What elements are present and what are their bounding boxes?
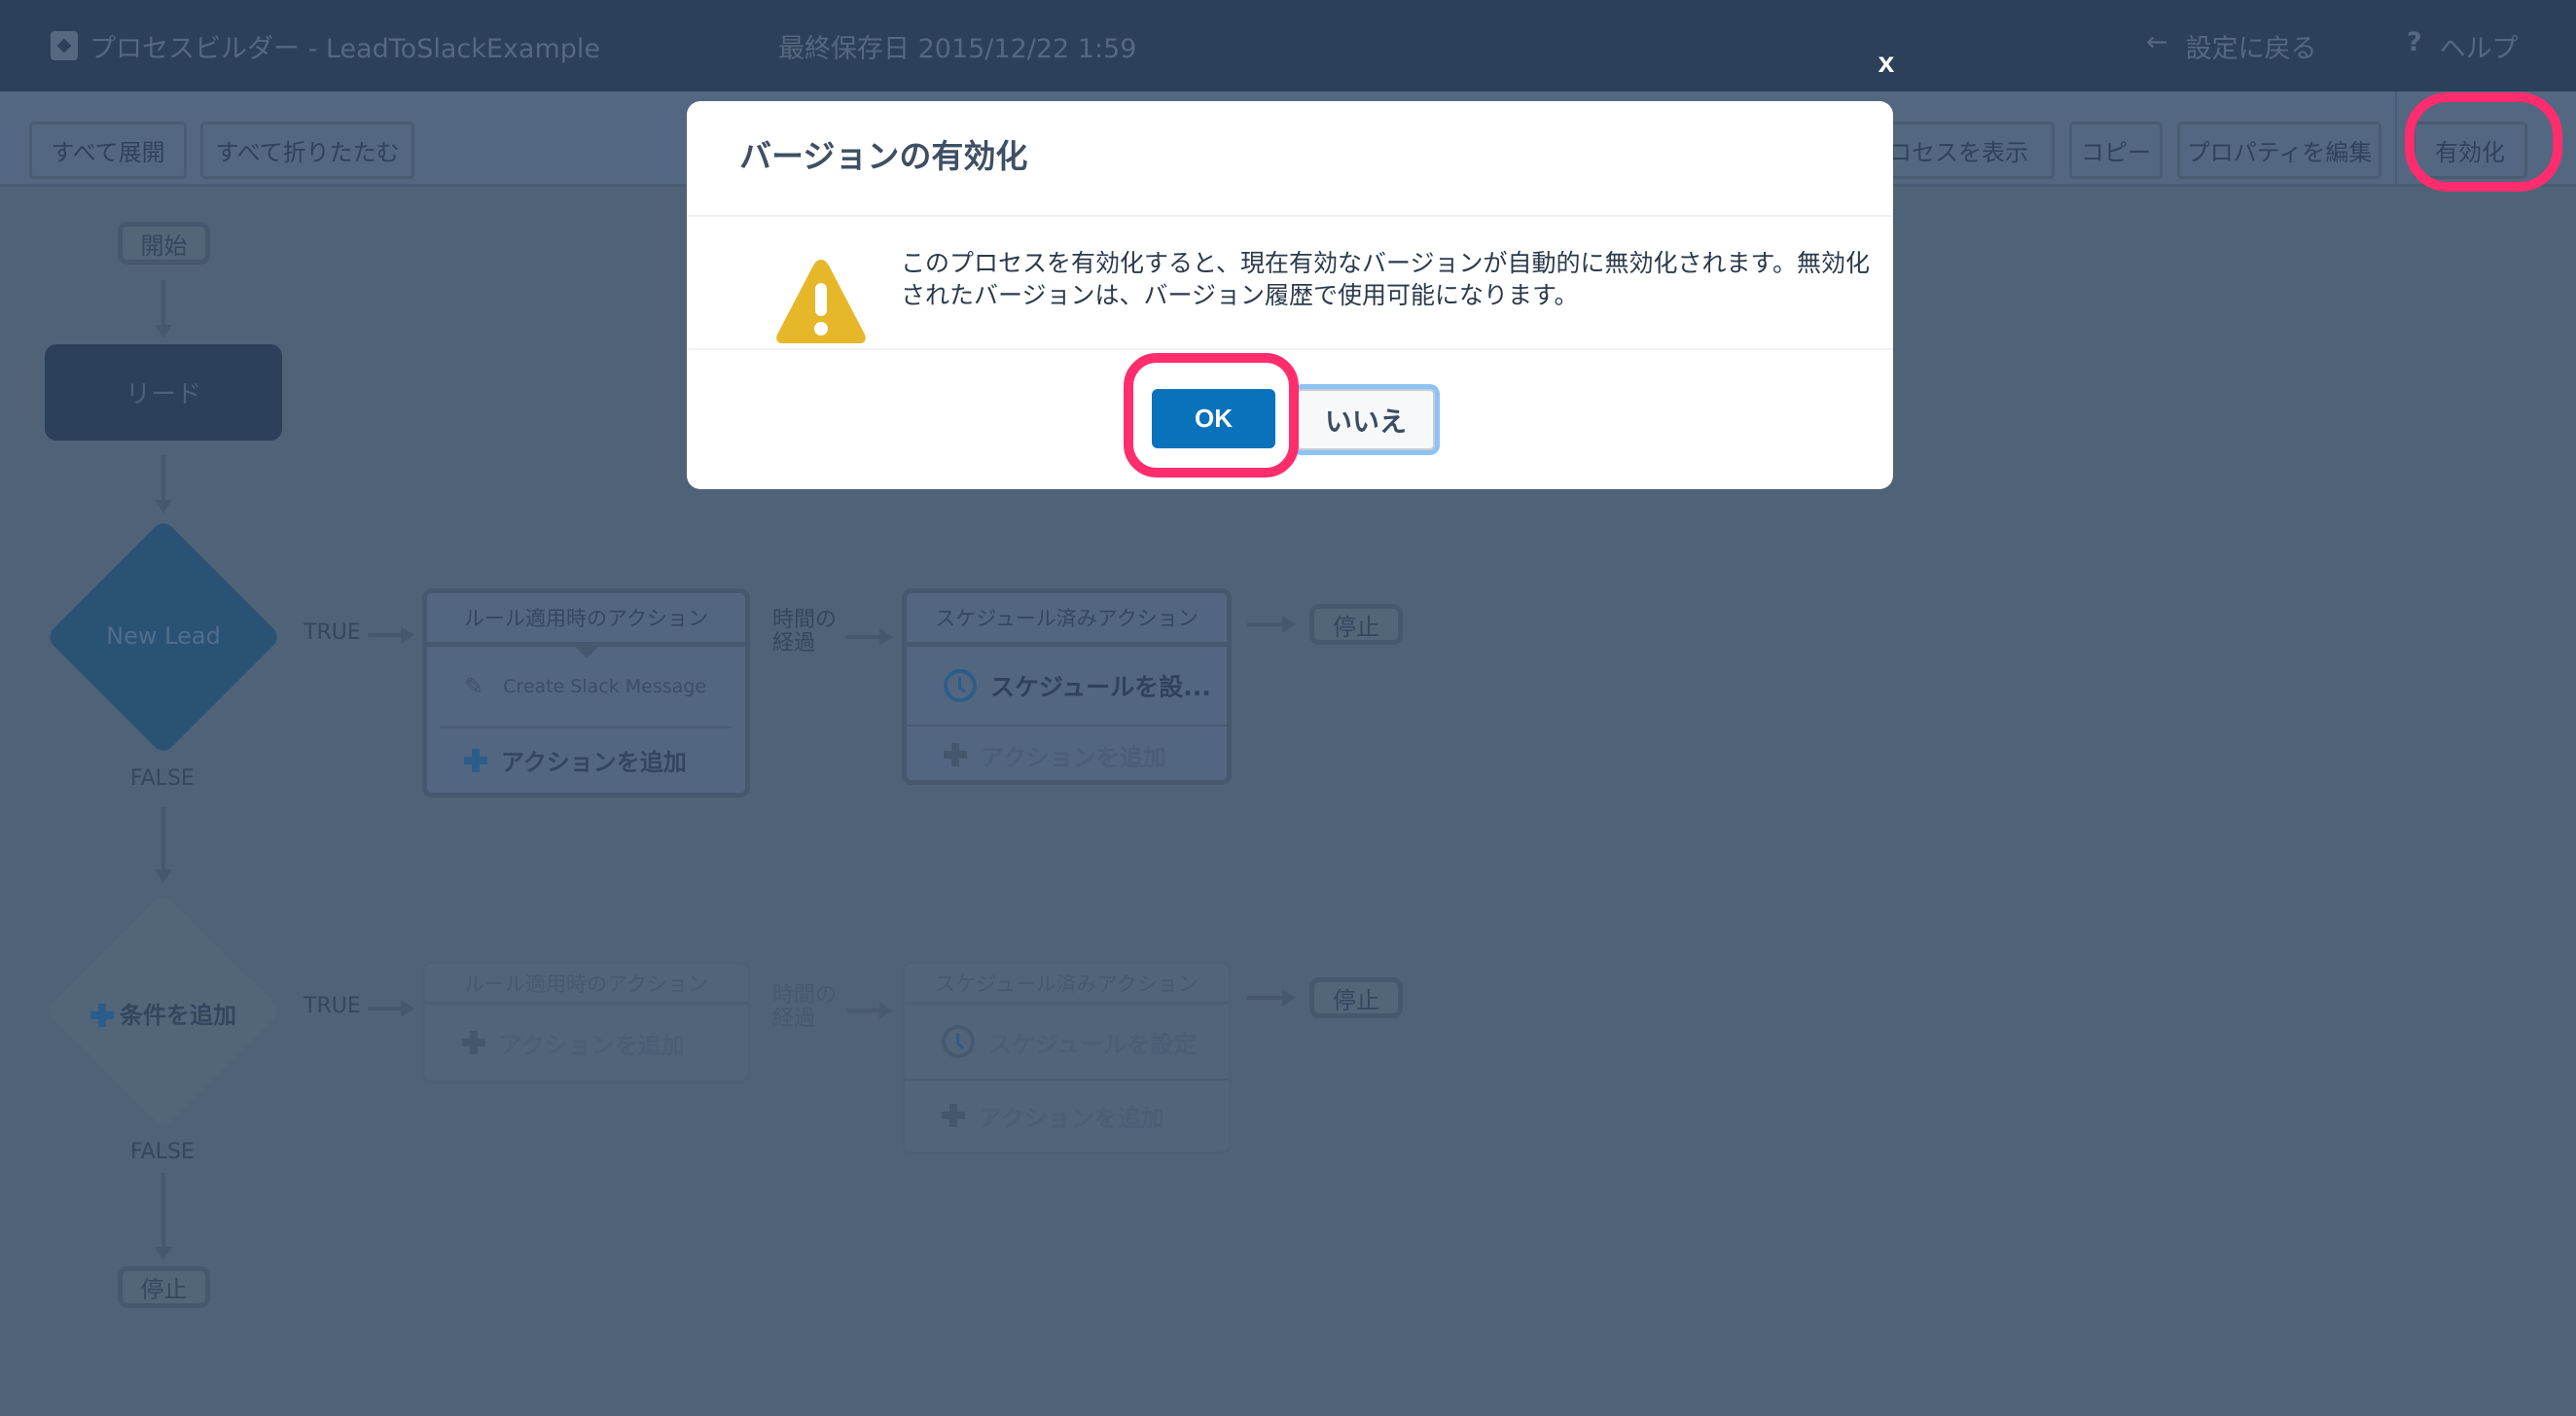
divider <box>687 215 1893 217</box>
time-elapsed-label: 時間の 経過 <box>772 609 837 655</box>
add-action-label: アクションを追加 <box>501 749 687 776</box>
connector-arrow <box>846 628 893 646</box>
object-node-lead[interactable]: リード <box>45 344 282 441</box>
scheduled-actions-box: スケジュール済みアクション スケジュールを設... アクションを追加 <box>902 588 1232 785</box>
connector-arrow <box>368 626 414 644</box>
app-title: プロセスビルダー - LeadToSlackExample <box>89 34 600 64</box>
connector-arrow <box>846 1002 893 1019</box>
no-button[interactable]: いいえ <box>1297 389 1435 450</box>
arrow-left-icon: ← <box>2146 27 2168 57</box>
close-modal-button[interactable]: x <box>1872 47 1901 80</box>
add-criteria-button[interactable]: 条件を追加 <box>45 996 282 1030</box>
connector-arrow <box>155 455 172 513</box>
clock-icon <box>942 1025 975 1058</box>
scheduled-add-action-button[interactable]: アクションを追加 <box>905 1080 1229 1150</box>
time-elapsed-line: 経過 <box>772 1007 816 1031</box>
add-action-label: アクションを追加 <box>981 743 1166 771</box>
set-schedule-label: スケジュールを設... <box>990 673 1211 701</box>
plus-icon <box>942 1104 965 1127</box>
false-label: FALSE <box>130 1140 195 1164</box>
toolbar-divider <box>2395 91 2397 187</box>
true-label: TRUE <box>304 620 361 645</box>
immediate-actions-header: ルール適用時のアクション <box>425 964 747 1005</box>
action-item[interactable]: ✎ Create Slack Message <box>427 647 745 726</box>
plus-icon <box>462 1031 485 1054</box>
immediate-actions-header: ルール適用時のアクション <box>427 593 745 647</box>
add-action-button[interactable]: アクションを追加 <box>427 728 745 792</box>
dialog-title: バージョンの有効化 <box>739 137 1028 175</box>
add-action-label: アクションを追加 <box>499 1031 685 1059</box>
dialog-message: このプロセスを有効化すると、現在有効なバージョンが自動的に無効化されます。無効化… <box>901 249 1871 309</box>
help-label: ヘルプ <box>2439 34 2519 64</box>
help-icon: ? <box>2407 27 2422 57</box>
connector-arrow <box>1247 989 1296 1007</box>
time-elapsed-line: 時間の <box>772 983 838 1008</box>
set-schedule-label: スケジュールを設定 <box>988 1030 1198 1058</box>
stop-node: 停止 <box>1309 604 1403 645</box>
connector-arrow <box>1247 616 1296 633</box>
expand-all-button[interactable]: すべて展開 <box>29 122 187 179</box>
ok-button[interactable]: OK <box>1152 389 1275 448</box>
start-node: 開始 <box>118 222 210 265</box>
stop-node: 停止 <box>1309 977 1403 1018</box>
scheduled-actions-header: スケジュール済みアクション <box>907 593 1227 647</box>
scheduled-actions-box: スケジュール済みアクション スケジュールを設定 アクションを追加 <box>902 961 1232 1154</box>
plus-icon <box>464 748 487 772</box>
last-saved-label: 最終保存日 2015/12/22 1:59 <box>778 34 1137 64</box>
connector-arrow <box>155 1173 172 1260</box>
connector-arrow <box>368 1000 414 1017</box>
add-criteria-label: 条件を追加 <box>120 1002 236 1029</box>
help-link[interactable]: ? ヘルプ <box>2407 27 2519 65</box>
set-schedule-button[interactable]: スケジュールを設... <box>907 647 1227 725</box>
edit-properties-button[interactable]: プロパティを編集 <box>2177 122 2381 179</box>
time-elapsed-label: 時間の 経過 <box>772 984 837 1031</box>
back-to-setup-link[interactable]: ← 設定に戻る <box>2146 27 2317 65</box>
end-stop-node: 停止 <box>118 1266 210 1308</box>
plus-icon <box>944 743 967 766</box>
time-elapsed-line: 経過 <box>772 631 816 655</box>
connector-arrow <box>155 280 172 338</box>
warning-icon <box>776 260 866 343</box>
pointer-notch <box>575 647 598 658</box>
scheduled-actions-header: スケジュール済みアクション <box>905 964 1229 1005</box>
criteria-name: New Lead <box>106 622 221 650</box>
back-to-setup-label: 設定に戻る <box>2185 34 2317 64</box>
immediate-actions-box: ルール適用時のアクション アクションを追加 <box>422 961 750 1083</box>
immediate-actions-box: ルール適用時のアクション ✎ Create Slack Message アクショ… <box>422 588 750 797</box>
activate-button[interactable]: 有効化 <box>2413 122 2527 179</box>
time-elapsed-line: 時間の <box>772 608 838 632</box>
set-schedule-button[interactable]: スケジュールを設定 <box>905 1005 1229 1079</box>
app-header: プロセスビルダー - LeadToSlackExample 最終保存日 2015… <box>0 0 2576 91</box>
collapse-all-button[interactable]: すべて折りたたむ <box>200 122 414 179</box>
copy-button[interactable]: コピー <box>2069 122 2163 179</box>
process-builder-logo-icon <box>51 31 78 60</box>
false-label: FALSE <box>130 766 195 791</box>
divider <box>687 348 1893 350</box>
activate-version-dialog: バージョンの有効化 このプロセスを有効化すると、現在有効なバージョンが自動的に無… <box>687 101 1893 489</box>
action-item-label: Create Slack Message <box>503 676 707 697</box>
connector-arrow <box>155 807 172 883</box>
pencil-icon: ✎ <box>464 673 484 700</box>
add-action-label: アクションを追加 <box>979 1104 1164 1132</box>
plus-icon <box>90 1003 114 1027</box>
scheduled-add-action-button[interactable]: アクションを追加 <box>907 726 1227 780</box>
add-action-button[interactable]: アクションを追加 <box>425 1005 747 1080</box>
clock-icon <box>944 669 977 702</box>
true-label: TRUE <box>304 994 361 1018</box>
